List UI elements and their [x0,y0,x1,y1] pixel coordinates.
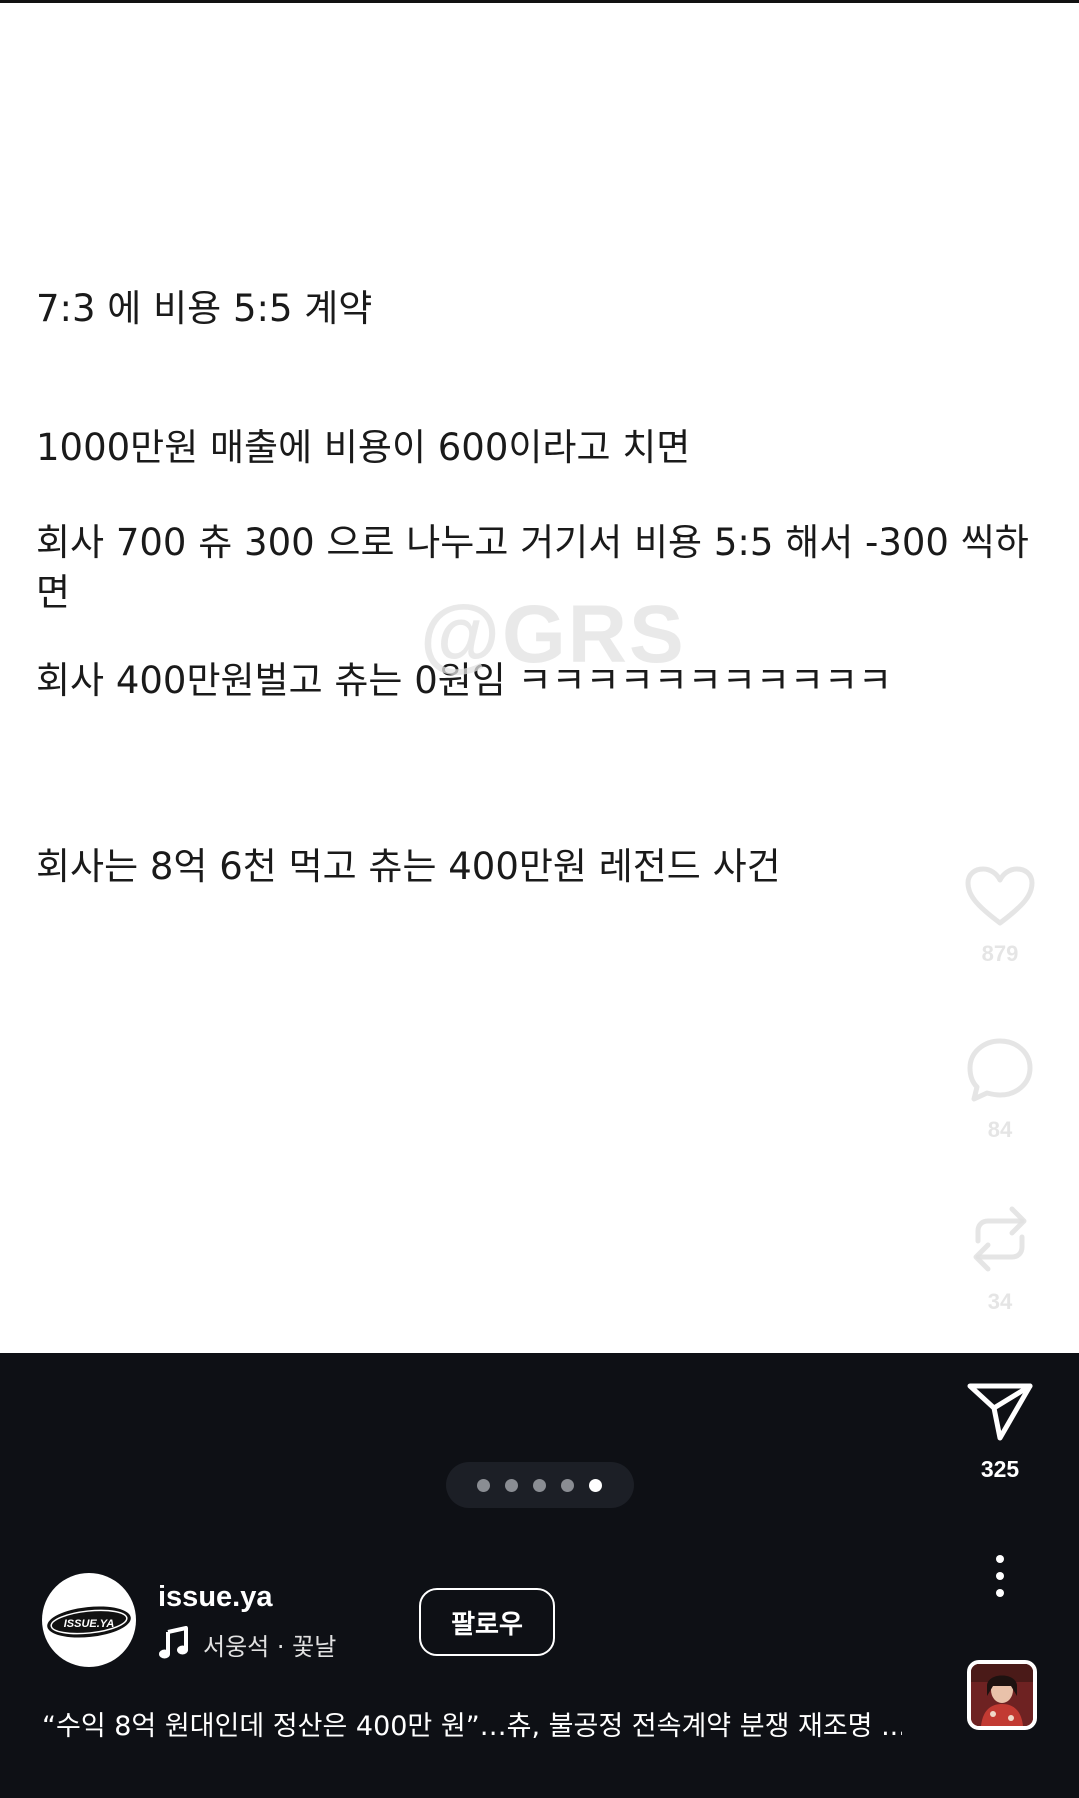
carousel-dot [477,1479,490,1492]
heart-icon [965,866,1035,926]
carousel-dot [505,1479,518,1492]
post-image[interactable]: 7:3 에 비용 5:5 계약 1000만원 매출에 비용이 600이라고 치면… [0,3,1079,1353]
share-button[interactable]: 325 [960,1378,1040,1483]
carousel-dot [561,1479,574,1492]
username[interactable]: issue.ya [158,1581,272,1614]
repost-count: 34 [987,1289,1013,1314]
share-count: 325 [980,1456,1020,1482]
music-info[interactable]: 서웅석 · 꽃날 [203,1627,336,1662]
comment-bubble-icon [967,1038,1033,1102]
carousel-dot [589,1479,602,1492]
repost-button[interactable]: 34 [960,1201,1040,1315]
watermark: @GRS [420,589,686,680]
comment-count: 84 [987,1117,1013,1142]
carousel-indicator[interactable] [446,1462,634,1508]
avatar-logo-text: ISSUE.YA [64,1618,115,1630]
caption[interactable]: “수익 8억 원대인데 정산은 400만 원”…츄, 불공정 전속계약 분쟁 재… [42,1704,902,1743]
avatar[interactable]: ISSUE.YA [42,1573,136,1667]
music-note-icon [159,1626,188,1659]
carousel-dot [533,1479,546,1492]
post-text-line: 7:3 에 비용 5:5 계약 [36,287,373,330]
like-count: 879 [981,941,1019,966]
like-button[interactable]: 879 [960,865,1040,967]
follow-button[interactable]: 팔로우 [419,1588,555,1656]
post-text-line: 회사는 8억 6천 먹고 츄는 400만원 레전드 사건 [36,845,781,888]
audio-thumbnail[interactable] [967,1660,1037,1730]
comment-button[interactable]: 84 [960,1035,1040,1143]
more-vertical-icon[interactable] [985,1553,1015,1599]
post-text-line: 1000만원 매출에 비용이 600이라고 치면 [36,426,691,469]
paper-plane-icon [967,1383,1033,1441]
repost-icon [973,1206,1027,1272]
